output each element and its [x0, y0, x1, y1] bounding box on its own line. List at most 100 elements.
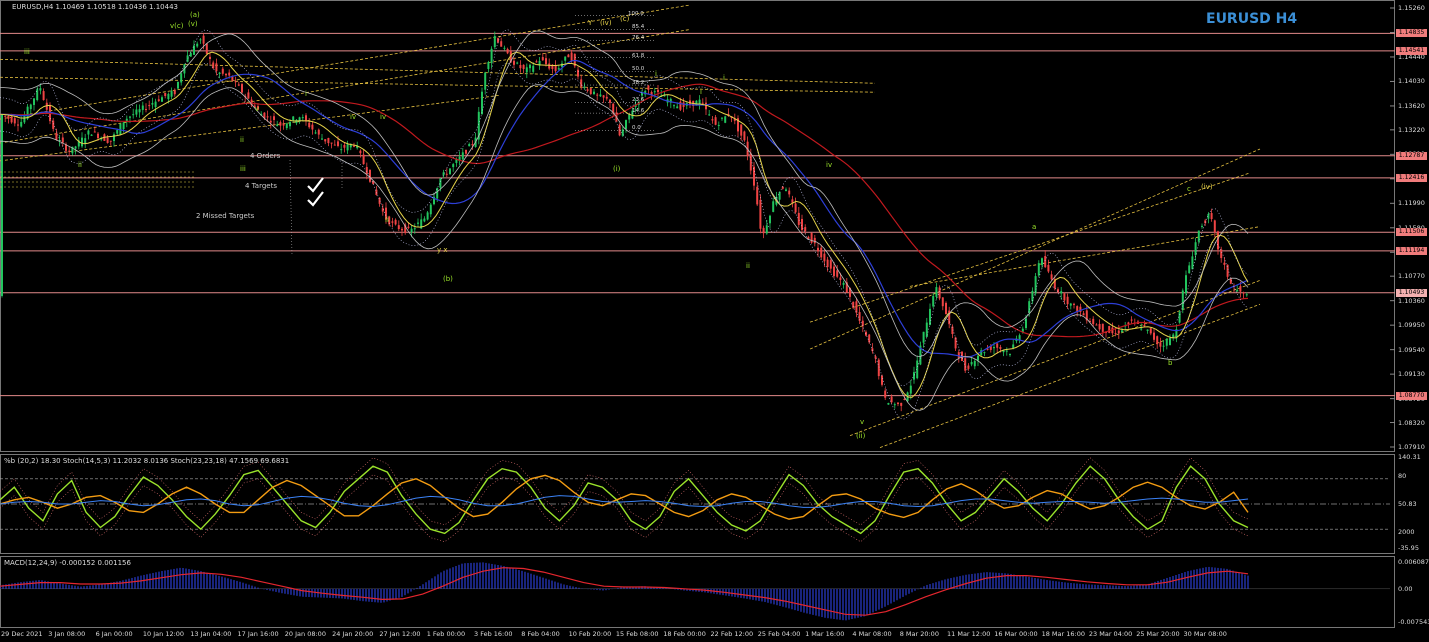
candle-body — [535, 61, 538, 63]
y-tick-label: 1.09540 — [1398, 345, 1425, 354]
candle-body — [996, 343, 999, 348]
x-tick-label: 8 Feb 04:00 — [521, 630, 560, 638]
macd-tick-label: -0.007543 — [1398, 618, 1429, 626]
candle-body — [196, 43, 199, 47]
candle-body — [449, 168, 451, 175]
x-tick-label: 18 Mar 16:00 — [1041, 630, 1085, 638]
candle-body — [753, 166, 755, 186]
fib-level-label: 61.8 — [632, 52, 645, 59]
candle-body — [1220, 249, 1223, 259]
candle-body — [1191, 256, 1194, 270]
candle-body — [1047, 264, 1050, 272]
candle-body — [90, 134, 93, 136]
candle-body — [295, 119, 298, 124]
candle-body — [55, 133, 58, 140]
candle-body — [1063, 293, 1066, 301]
candle-body — [1037, 263, 1040, 276]
candle-body — [1169, 337, 1171, 346]
candle-body — [365, 167, 368, 175]
oscillator-tick-label: 50.83 — [1398, 500, 1417, 508]
price-chart[interactable] — [0, 0, 1395, 452]
candle-body — [145, 109, 147, 111]
candle-body — [957, 352, 960, 358]
candle-body — [74, 146, 77, 149]
y-tick-label: 1.10360 — [1398, 296, 1425, 305]
candle-body — [506, 48, 509, 54]
y-tick-label: 1.09130 — [1398, 370, 1425, 379]
candle-body — [241, 84, 243, 93]
candle-body — [141, 105, 144, 110]
candle-body — [161, 97, 163, 102]
candle-body — [820, 247, 823, 258]
candle-body — [61, 137, 64, 143]
candle-body — [122, 122, 125, 130]
candle-body — [234, 81, 237, 83]
x-tick-label: 24 Jan 20:00 — [332, 630, 374, 638]
candle-body — [1092, 318, 1095, 325]
candle-body — [301, 117, 304, 119]
oscillator-chart[interactable] — [0, 454, 1395, 554]
candle-body — [791, 199, 794, 203]
candle-body — [445, 173, 448, 175]
macd-chart[interactable] — [0, 556, 1395, 628]
candle-body — [4, 115, 7, 117]
candle-body — [1188, 265, 1191, 274]
candle-body — [967, 365, 970, 369]
candle-body — [132, 114, 135, 116]
candle-body — [81, 137, 83, 147]
candle-body — [519, 64, 522, 69]
candle-body — [327, 137, 330, 144]
envelope-upper — [0, 29, 1249, 386]
x-tick-label: 10 Jan 12:00 — [142, 630, 185, 638]
candle-body — [676, 106, 679, 109]
candle-body — [554, 65, 557, 72]
candle-body — [1143, 325, 1146, 327]
candle-body — [941, 297, 944, 307]
candle-body — [333, 144, 336, 146]
macd-signal-line — [0, 567, 1249, 616]
wave-label: iv — [380, 113, 387, 121]
candle-body — [1178, 312, 1181, 323]
candle-body — [289, 122, 291, 127]
candle-body — [343, 144, 346, 148]
candle-body — [170, 91, 173, 97]
wave-label: v — [860, 418, 865, 426]
candle-body — [900, 402, 903, 406]
candle-body — [823, 253, 826, 262]
candle-body — [17, 124, 19, 126]
candle-body — [593, 91, 595, 95]
candle-body — [321, 138, 323, 140]
candle-body — [487, 62, 490, 69]
oscillator-series-line — [0, 474, 1249, 520]
candle-body — [215, 63, 218, 72]
wave-label: (a) — [190, 11, 200, 19]
candle-body — [721, 117, 723, 119]
candle-body — [167, 93, 170, 100]
candle-body — [330, 142, 333, 144]
candle-body — [1069, 303, 1072, 306]
wave-label: (ii) — [856, 432, 866, 440]
candle-body — [1009, 354, 1011, 356]
x-tick-label: 23 Mar 04:00 — [1088, 630, 1133, 638]
candle-body — [369, 169, 371, 182]
candle-body — [525, 67, 528, 73]
x-tick-label: 18 Feb 00:00 — [663, 630, 706, 638]
oscillator-info-label: %b (20,2) 18.30 Stoch(14,5,3) 11.2032 8.… — [4, 457, 290, 465]
x-tick-label: 8 Mar 20:00 — [899, 630, 939, 638]
candle-body — [461, 152, 464, 160]
x-tick-label: 25 Feb 04:00 — [757, 630, 801, 638]
price-tag: 1.10493 — [1396, 288, 1427, 297]
candle-body — [609, 99, 611, 103]
candle-body — [804, 227, 807, 232]
candle-body — [1028, 301, 1031, 314]
wave-label: (i) — [613, 165, 621, 173]
candle-body — [135, 109, 138, 115]
candle-body — [743, 131, 746, 141]
candle-body — [625, 120, 627, 129]
candle-body — [13, 118, 16, 124]
candle-body — [717, 124, 720, 126]
price-tag: 1.08770 — [1396, 391, 1427, 400]
x-tick-label: 1 Feb 00:00 — [426, 630, 466, 638]
candle-body — [945, 302, 947, 315]
candle-body — [1050, 274, 1053, 280]
